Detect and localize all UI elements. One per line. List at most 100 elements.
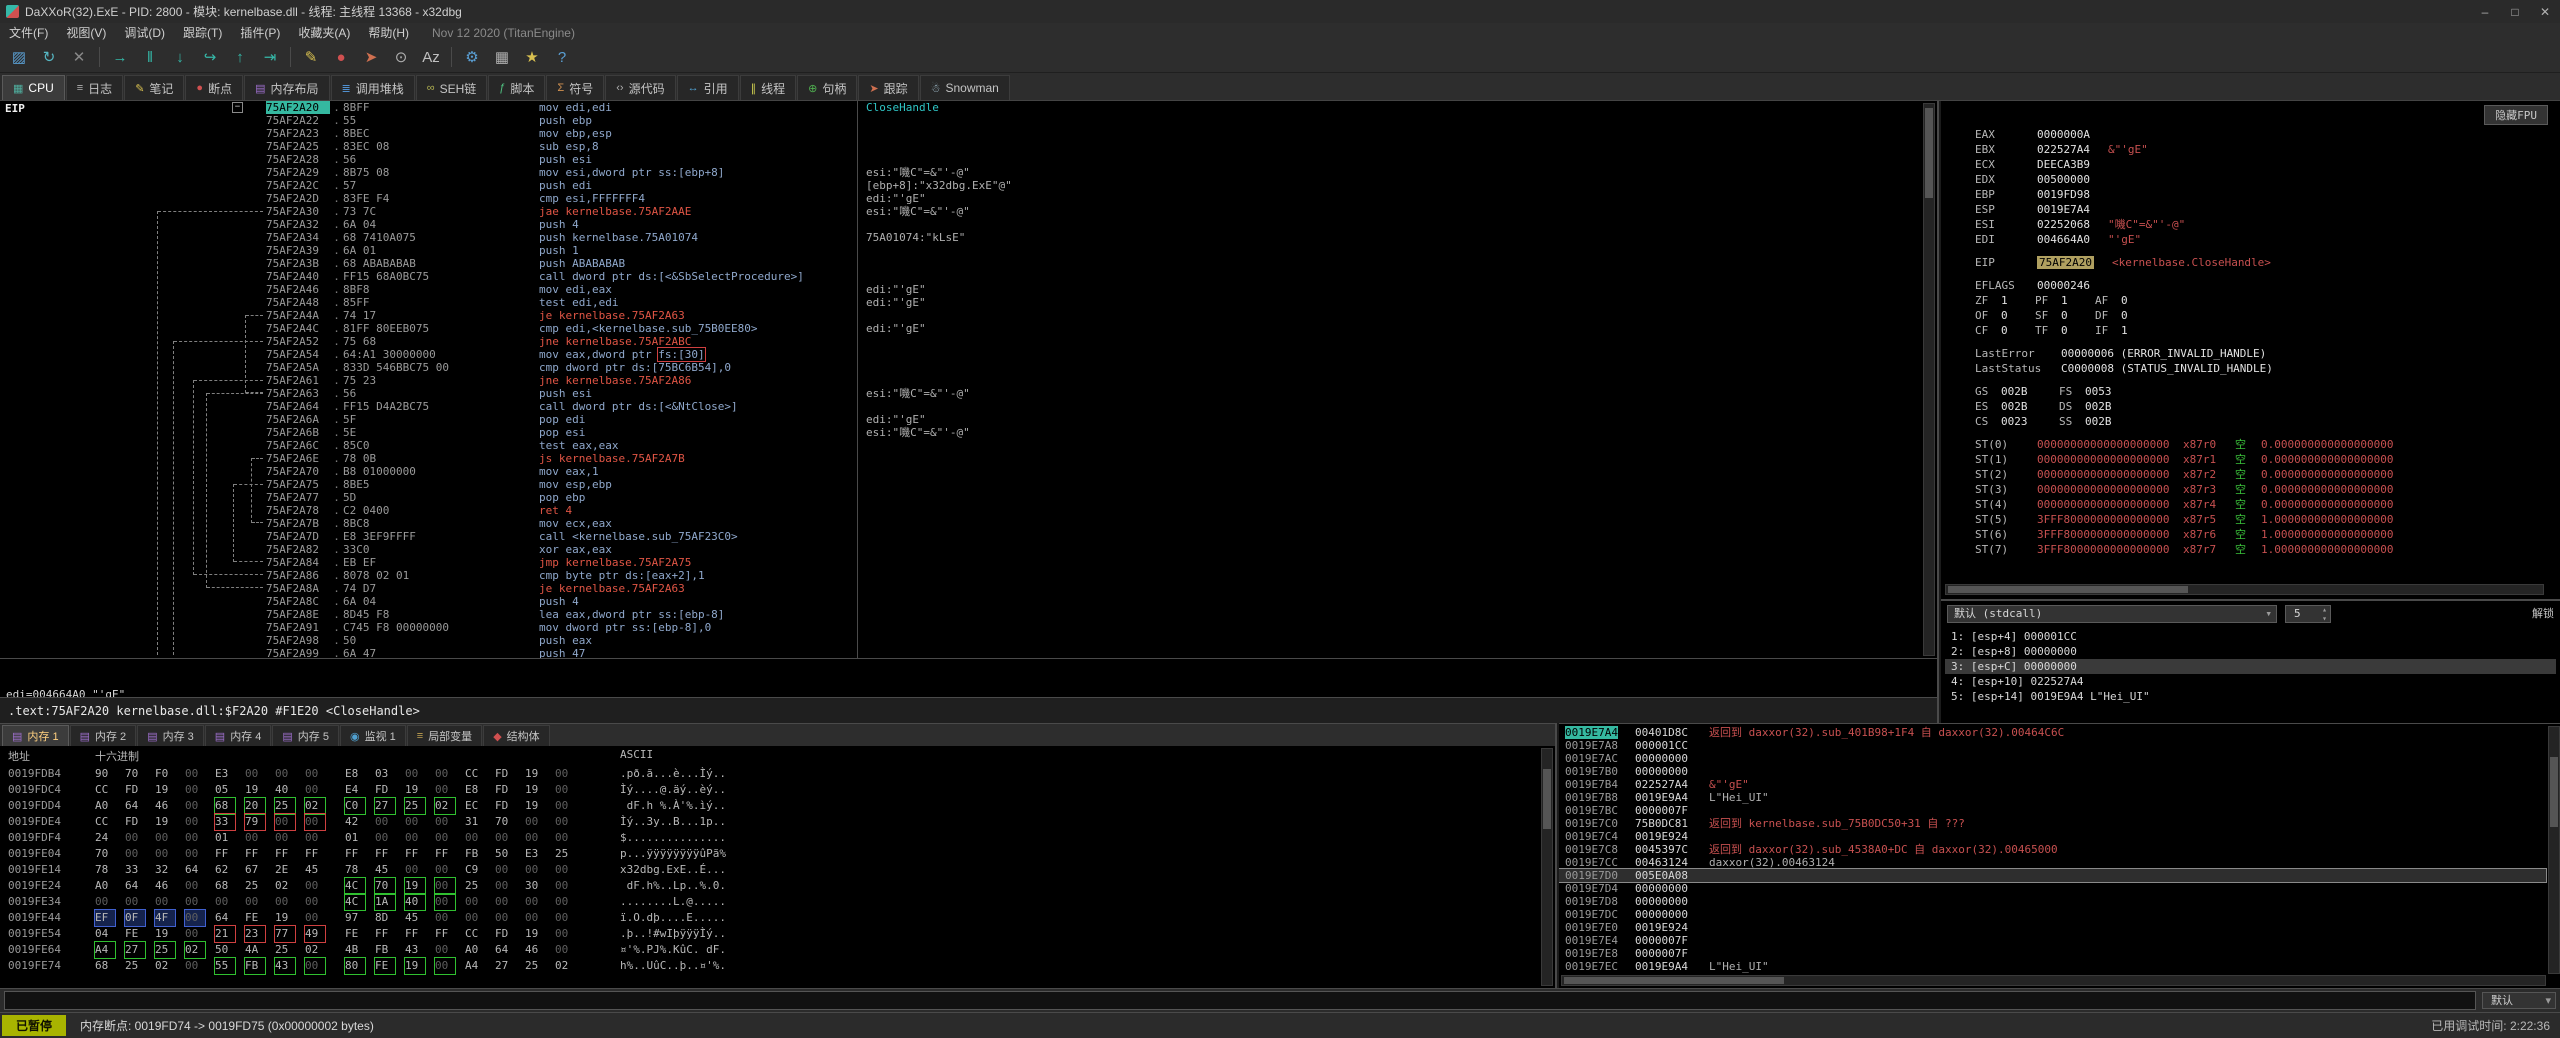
tab-日志[interactable]: ≡ 日志 <box>65 75 124 100</box>
step-over-icon[interactable]: ↪ <box>196 44 224 70</box>
stack-row[interactable]: 0019E7A8 000001CC <box>1559 739 2546 752</box>
tab-调用堆栈[interactable]: ≣ 调用堆栈 <box>330 75 415 100</box>
tab-局部变量[interactable]: ≡ 局部变量 <box>406 725 483 746</box>
stack-row[interactable]: 0019E7E0 0019E924 <box>1559 921 2546 934</box>
open-file-icon[interactable]: ▨ <box>5 44 33 70</box>
scrollbar-thumb[interactable] <box>1925 108 1933 198</box>
register-value[interactable]: 0019FD98 <box>2037 188 2090 201</box>
flag-value[interactable]: 0 <box>2061 323 2095 338</box>
stack-row[interactable]: 0019E7B0 00000000 <box>1559 765 2546 778</box>
register-value[interactable]: 0019E7A4 <box>2037 203 2090 216</box>
tab-源代码[interactable]: ‹› 源代码 <box>605 75 676 100</box>
tab-内存 3[interactable]: ▤ 内存 3 <box>137 725 204 746</box>
stack-row[interactable]: 0019E7D8 00000000 <box>1559 895 2546 908</box>
scrollbar-thumb[interactable] <box>2550 757 2558 827</box>
tab-句柄[interactable]: ⊕ 句柄 <box>797 75 858 100</box>
stack-row[interactable]: 0019E7C0 75B0DC81 返回到 kernelbase.sub_75B0D… <box>1559 817 2546 830</box>
run-to-cursor-icon[interactable]: ⇥ <box>256 44 284 70</box>
menu-item[interactable]: 调试(D) <box>115 24 174 41</box>
flag-value[interactable]: 0 <box>2121 308 2155 323</box>
stack-row[interactable]: 0019E7DC 00000000 <box>1559 908 2546 921</box>
dump-row[interactable]: 0019FDC4 CC FD 19 00 05 19 40 00 E4 FD 19 00 E8 FD 19 00… <box>0 782 1541 798</box>
tab-Snowman[interactable]: ☃ Snowman <box>919 75 1010 100</box>
tab-线程[interactable]: ∥ 线程 <box>739 75 797 100</box>
menu-item[interactable]: 帮助(H) <box>359 24 418 41</box>
tab-断点[interactable]: ● 断点 <box>185 75 244 100</box>
tab-结构体[interactable]: ◆ 结构体 <box>483 725 550 746</box>
dump-row[interactable]: 0019FDD4 A0 64 46 00 68 20 25 02 C0 27 25 02 EC FD 19 00… <box>0 798 1541 814</box>
command-input[interactable] <box>4 991 2476 1010</box>
registers-pane[interactable]: 隐藏FPU EAX 0000000A EBX 022527A4 &"'gE" ECX DEE… <box>1941 101 2560 599</box>
tab-内存 4[interactable]: ▤ 内存 4 <box>204 725 272 746</box>
flag-value[interactable]: 0 <box>2001 323 2035 338</box>
stack-pane[interactable]: 0019E7A4 00401D8C 返回到 daxxor(32).sub_401B9… <box>1559 723 2560 988</box>
disassembly-pane[interactable]: 75AF2A20. 8BFF mov edi,edi CloseHandle 75AF2… <box>0 101 1939 658</box>
flag-value[interactable]: 0 <box>2121 293 2155 308</box>
stack-row[interactable]: 0019E7E8 0000007F <box>1559 947 2546 960</box>
argument-row[interactable]: 1: [esp+4] 000001CC <box>1945 629 2556 644</box>
dump-row[interactable]: 0019FDE4 CC FD 19 00 33 79 00 00 42 00 00 00 31 70 00 00… <box>0 814 1541 830</box>
argument-row[interactable]: 5: [esp+14] 0019E9A4 L"Hei_UI" <box>1945 689 2556 704</box>
argument-count-spinner[interactable]: 5 ▴ ▾ <box>2285 605 2331 623</box>
disassembly-scrollbar[interactable] <box>1923 103 1935 656</box>
argument-row[interactable]: 2: [esp+8] 00000000 <box>1945 644 2556 659</box>
dump-row[interactable]: 0019FDF4 24 00 00 00 01 00 00 00 01 00 00 00 00 00 00 00… <box>0 830 1541 846</box>
flag-value[interactable]: 1 <box>2121 323 2155 338</box>
flag-value[interactable]: 1 <box>2061 293 2095 308</box>
tab-内存 2[interactable]: ▤ 内存 2 <box>69 725 137 746</box>
step-into-icon[interactable]: ↓ <box>166 44 194 70</box>
dump-row[interactable]: 0019FE44 EF 0F 4F 00 64 FE 19 00 97 8D 45 00 00 00 00 00… <box>0 910 1541 926</box>
memory-map-icon[interactable]: ▦ <box>488 44 516 70</box>
registers-h-scrollbar[interactable] <box>1945 584 2544 595</box>
step-out-icon[interactable]: ↑ <box>226 44 254 70</box>
stack-row[interactable]: 0019E7D0 005E0A08 <box>1559 868 2547 883</box>
tab-内存 5[interactable]: ▤ 内存 5 <box>272 725 339 746</box>
stack-row[interactable]: 0019E7AC 00000000 <box>1559 752 2546 765</box>
settings-icon[interactable]: ⚙ <box>458 44 486 70</box>
dump-row[interactable]: 0019FDB4 90 70 F0 00 E3 00 00 00 E8 03 00 00 CC FD 19 00… <box>0 766 1541 782</box>
help-icon[interactable]: ? <box>548 44 576 70</box>
favorites-icon[interactable]: ★ <box>518 44 546 70</box>
dump-row[interactable]: 0019FE74 68 25 02 00 55 FB 43 00 80 FE 19 00 A4 27 25 02… <box>0 958 1541 974</box>
stack-row[interactable]: 0019E7D4 00000000 <box>1559 882 2546 895</box>
tab-SEH链[interactable]: ∞ SEH链 <box>415 75 488 100</box>
memory-dump-pane[interactable]: 地址 十六进制 ASCII 0019FDB4 90 70 F0 00 E3 00 00 00 E8… <box>0 746 1557 988</box>
fold-toggle-icon[interactable]: − <box>232 102 243 113</box>
font-icon[interactable]: Az <box>417 44 445 70</box>
flag-value[interactable]: 0 <box>2061 308 2095 323</box>
tab-内存 1[interactable]: ▤ 内存 1 <box>2 725 69 746</box>
dump-row[interactable]: 0019FE14 78 33 32 64 62 67 2E 45 78 45 00 00 C9 00 00 00… <box>0 862 1541 878</box>
menu-item[interactable]: 文件(F) <box>0 24 57 41</box>
dump-row[interactable]: 0019FE34 00 00 00 00 00 00 00 00 4C 1A 40 00 00 00 00 00… <box>0 894 1541 910</box>
stack-row[interactable]: 0019E7CC 00463124 daxxor(32).00463124 <box>1559 856 2546 869</box>
flag-value[interactable]: 0 <box>2001 308 2035 323</box>
register-value[interactable]: 0000000A <box>2037 128 2090 141</box>
unlock-button[interactable]: 解锁 <box>2532 605 2554 623</box>
command-profile-dropdown[interactable]: 默认 ▾ <box>2482 992 2556 1009</box>
tab-监视 1[interactable]: ◉ 监视 1 <box>339 725 406 746</box>
dump-row[interactable]: 0019FE54 04 FE 19 00 21 23 77 49 FE FF FF FF CC FD 19 00… <box>0 926 1541 942</box>
scrollbar-thumb[interactable] <box>1564 977 1784 984</box>
stack-row[interactable]: 0019E7BC 0000007F <box>1559 804 2546 817</box>
menu-item[interactable]: 跟踪(T) <box>174 24 231 41</box>
eip-value[interactable]: 75AF2A20 <box>2037 256 2094 269</box>
close-button[interactable]: ✕ <box>2530 1 2560 23</box>
stack-row[interactable]: 0019E7B4 022527A4 &"'gE" <box>1559 778 2546 791</box>
menu-item[interactable]: 收藏夹(A) <box>289 24 359 41</box>
pencil-icon[interactable]: ✎ <box>297 44 325 70</box>
stack-arguments-pane[interactable]: 默认 (stdcall) ▾ 5 ▴ ▾ 解锁 1: [esp+4] 000001CC… <box>1941 599 2560 723</box>
stack-row[interactable]: 0019E7B8 0019E9A4 L"Hei_UI" <box>1559 791 2546 804</box>
dump-row[interactable]: 0019FE04 70 00 00 00 FF FF FF FF FF FF FF FF FB 50 E3 25… <box>0 846 1541 862</box>
trace-icon[interactable]: ➤ <box>357 44 385 70</box>
stack-row[interactable]: 0019E7E4 0000007F <box>1559 934 2546 947</box>
register-value[interactable]: 022527A4 <box>2037 143 2090 156</box>
search-icon[interactable]: ⊙ <box>387 44 415 70</box>
tab-CPU[interactable]: ▦ CPU <box>2 75 65 100</box>
stack-row[interactable]: 0019E7A4 00401D8C 返回到 daxxor(32).sub_401B9… <box>1559 726 2546 739</box>
close-icon[interactable]: ✕ <box>65 44 93 70</box>
register-value[interactable]: DEECA3B9 <box>2037 158 2090 171</box>
argument-row[interactable]: 3: [esp+C] 00000000 <box>1945 659 2556 674</box>
tab-引用[interactable]: ↔ 引用 <box>676 75 739 100</box>
tab-笔记[interactable]: ✎ 笔记 <box>124 75 185 100</box>
stack-row[interactable]: 0019E7C4 0019E924 <box>1559 830 2546 843</box>
